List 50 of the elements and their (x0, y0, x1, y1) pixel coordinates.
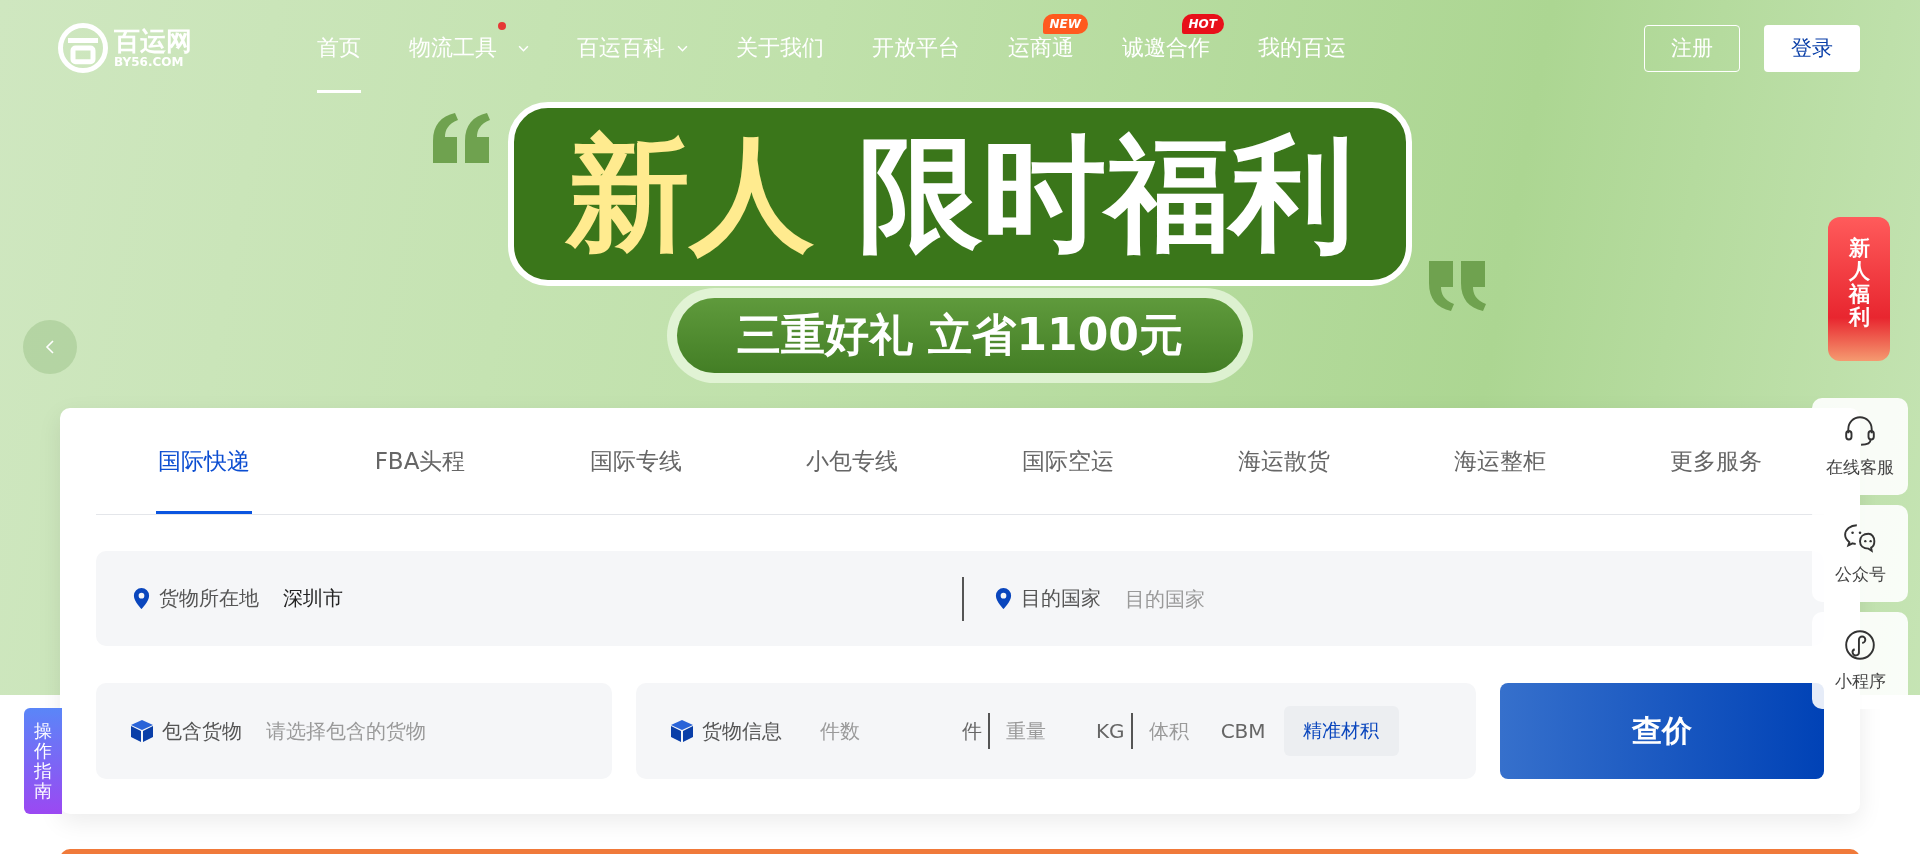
location-pin-icon (132, 587, 151, 610)
guide-tab[interactable]: 操作指南 (24, 708, 62, 814)
cargo-input[interactable]: 体积 (1146, 718, 1221, 744)
goods-input[interactable]: 请选择包含的货物 (264, 718, 508, 744)
cargo-input[interactable]: 件数 (818, 718, 962, 744)
logo-domain: BY56.COM (114, 56, 185, 68)
destination-input[interactable]: 目的国家 (1123, 585, 1327, 612)
side-tool-button[interactable]: 小程序 (1812, 612, 1908, 709)
side-tool-button[interactable]: 在线客服 (1812, 398, 1908, 495)
service-tab[interactable]: 国际专线 (588, 408, 684, 514)
headline: 新人 限时福利 (566, 125, 1354, 263)
side-tool-button[interactable]: 公众号 (1812, 505, 1908, 602)
cargo-input[interactable]: 重量 (1004, 718, 1096, 744)
promo-badge[interactable]: 新人福利 (1828, 217, 1890, 361)
service-tab[interactable]: 国际空运 (1020, 408, 1116, 514)
chevron-down-icon (677, 44, 688, 52)
unit-label: 件 (962, 717, 982, 745)
nav-badge: HOT (1181, 14, 1224, 34)
cube-icon (670, 719, 694, 743)
chevron-left-icon (45, 339, 55, 355)
chat-bubbles-icon (1843, 521, 1877, 555)
login-button[interactable]: 登录 (1764, 24, 1860, 72)
service-tab[interactable]: 国际快递 (156, 408, 252, 514)
nav-badge: NEW (1042, 14, 1088, 34)
quote-mark-icon (430, 113, 492, 163)
notification-dot (498, 22, 506, 30)
cube-icon (130, 719, 154, 743)
headset-icon (1843, 414, 1877, 448)
location-pin-icon (994, 587, 1013, 610)
service-tab[interactable]: 海运整柜 (1452, 408, 1548, 514)
field-label: 目的国家 (1021, 585, 1101, 612)
active-underline (317, 90, 361, 93)
logo-name: 百运网 (114, 28, 192, 54)
get-quote-button[interactable]: 查价 (1500, 683, 1824, 779)
service-tab[interactable]: 海运散货 (1236, 408, 1332, 514)
service-tab[interactable]: 更多服务 (1668, 408, 1764, 514)
field-label: 货物信息 (702, 717, 782, 745)
field-label: 货物所在地 (159, 585, 259, 612)
quote-mark-icon (1426, 261, 1488, 311)
volume-calc-button[interactable]: 精准材积 (1283, 706, 1399, 756)
chevron-down-icon (518, 44, 529, 52)
logo-icon[interactable] (58, 23, 108, 73)
unit-label: CBM (1220, 719, 1266, 743)
link-circle-icon (1843, 628, 1877, 662)
field-label: 包含货物 (162, 717, 242, 745)
unit-label: KG (1096, 719, 1125, 743)
origin-input[interactable]: 深圳市 (281, 585, 485, 612)
service-tab[interactable]: FBA头程 (372, 408, 468, 514)
carousel-prev-button[interactable] (23, 320, 77, 374)
service-tab[interactable]: 小包专线 (804, 408, 900, 514)
